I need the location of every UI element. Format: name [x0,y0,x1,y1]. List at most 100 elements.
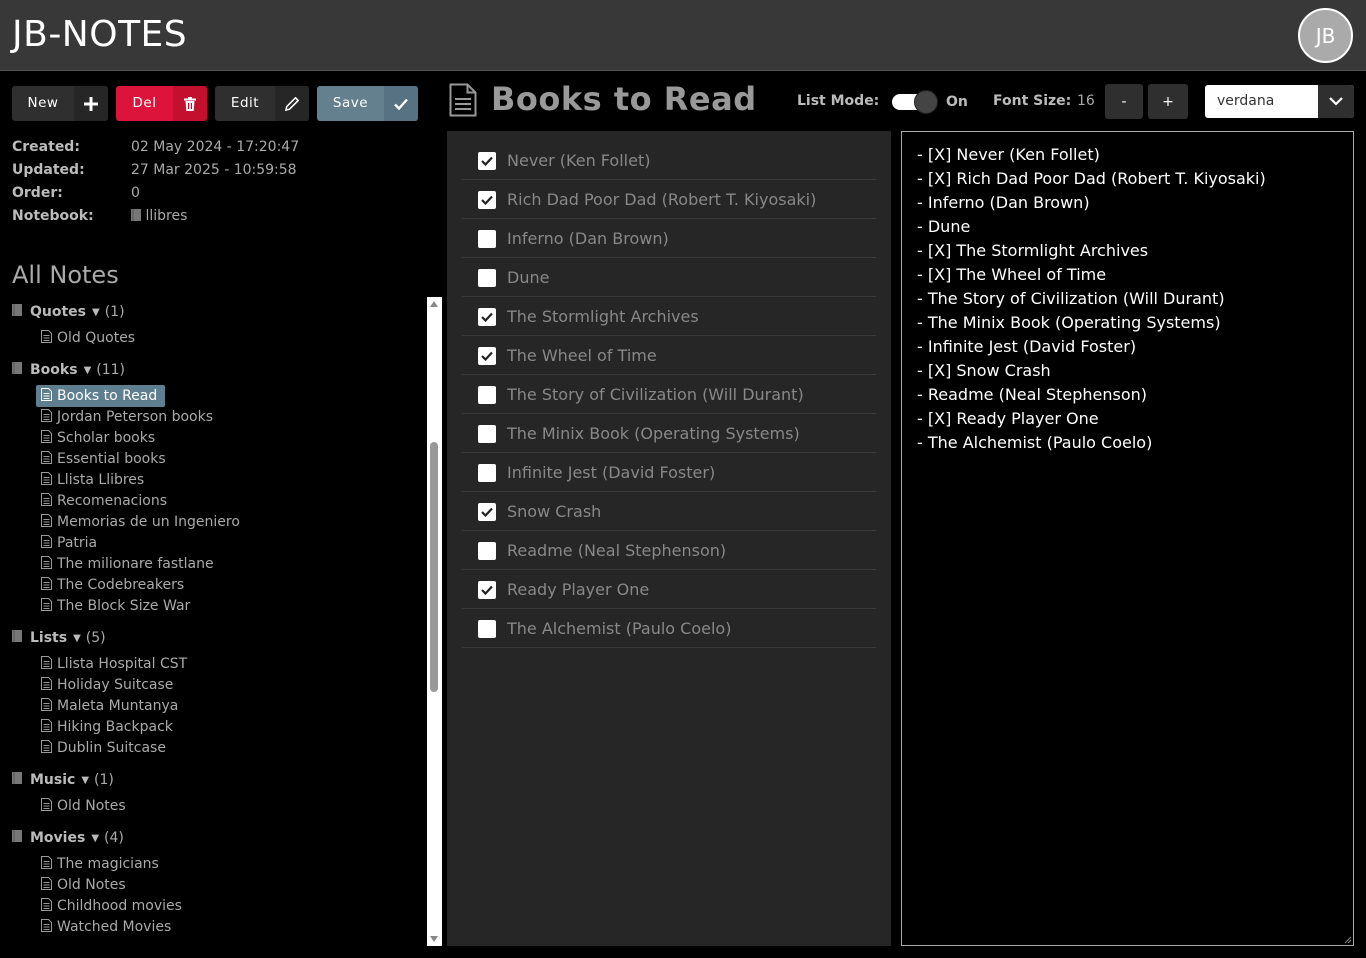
note-item[interactable]: Jordan Peterson books [41,407,213,427]
note-item[interactable]: Childhood movies [41,896,182,916]
note-item[interactable]: Old Quotes [41,328,135,348]
note-item[interactable]: Memorias de un Ingeniero [41,512,240,532]
delete-button-label: Del [132,95,157,111]
note-item[interactable]: Llista Llibres [41,470,144,490]
note-text-area[interactable]: - [X] Never (Ken Follet) - [X] Rich Dad P… [901,131,1354,946]
font-family-select[interactable]: verdana [1205,85,1354,118]
note-item[interactable]: Old Notes [41,796,126,816]
document-icon [41,797,52,815]
checkbox[interactable] [478,581,496,599]
checkbox[interactable] [478,230,496,248]
checklist-item: The Alchemist (Paulo Coelo) [462,609,876,648]
caret-down-icon[interactable]: ▼ [81,775,89,786]
edit-button[interactable]: Edit [215,86,309,121]
check-icon [481,351,493,361]
note-name: Old Notes [57,798,126,814]
text-line: - Inferno (Dan Brown) [917,193,1090,212]
save-button[interactable]: Save [317,86,418,121]
note-item[interactable]: The Block Size War [41,596,190,616]
document-icon [41,534,52,552]
note-item[interactable]: Old Notes [41,875,126,895]
checkbox[interactable] [478,269,496,287]
font-size-label: Font Size: [993,93,1072,109]
note-item[interactable]: Watched Movies [41,917,171,937]
document-icon [41,718,52,736]
note-name: Llista Hospital CST [57,656,188,672]
caret-down-icon[interactable]: ▼ [84,365,92,376]
font-size-increase-button[interactable]: + [1148,84,1188,119]
note-item[interactable]: Essential books [41,449,166,469]
note-name: The magicians [57,856,159,872]
resize-handle-icon[interactable] [1344,936,1352,944]
text-line: - The Story of Civilization (Will Durant… [917,289,1225,308]
checklist-item-text: Rich Dad Poor Dad (Robert T. Kiyosaki) [507,190,817,209]
notebook-label: Notebook: [12,208,94,224]
book-icon [12,362,22,378]
checkbox[interactable] [478,464,496,482]
notebook-item[interactable]: Movies ▼ (4) [12,828,124,848]
tree-scrollbar[interactable] [427,297,442,946]
note-item[interactable]: The Codebreakers [41,575,184,595]
note-item[interactable]: Llista Hospital CST [41,654,187,674]
checkbox[interactable] [478,152,496,170]
notebook-name: Lists [30,630,68,646]
chevron-down-icon[interactable] [1318,85,1354,118]
checkbox[interactable] [478,308,496,326]
checkbox[interactable] [478,503,496,521]
checklist-item: Never (Ken Follet) [462,141,876,180]
note-item-selected[interactable]: Books to Read [36,385,166,407]
note-item[interactable]: Recomenacions [41,491,167,511]
document-icon [41,655,52,673]
note-item[interactable]: Dublin Suitcase [41,738,166,758]
note-item[interactable]: Scholar books [41,428,155,448]
notebook-item[interactable]: Quotes ▼ (1) [12,302,125,322]
document-icon [41,597,52,615]
checkbox[interactable] [478,347,496,365]
list-mode-toggle[interactable] [892,90,938,114]
notebook-item[interactable]: Music ▼ (1) [12,770,114,790]
note-name: Jordan Peterson books [57,409,214,425]
checklist-item-text: Snow Crash [507,502,602,521]
check-icon [481,585,493,595]
delete-button[interactable]: Del [116,86,207,121]
scroll-thumb[interactable] [430,442,438,692]
checkbox[interactable] [478,386,496,404]
created-value: 02 May 2024 - 17:20:47 [131,139,300,155]
order-value: 0 [131,185,140,201]
note-item[interactable]: Maleta Muntanya [41,696,178,716]
document-icon [41,876,52,894]
notebook-item[interactable]: Lists ▼ (5) [12,628,106,648]
checklist-item: Infinite Jest (David Foster) [462,453,876,492]
caret-down-icon[interactable]: ▼ [91,833,99,844]
checkbox[interactable] [478,542,496,560]
note-item[interactable]: The magicians [41,854,159,874]
created-label: Created: [12,139,80,155]
caret-down-icon[interactable]: ▼ [92,307,100,318]
note-item[interactable]: Holiday Suitcase [41,675,173,695]
checkbox[interactable] [478,191,496,209]
checkbox[interactable] [478,425,496,443]
notebook-name: Music [30,772,76,788]
note-name: Books to Read [57,388,158,404]
note-item[interactable]: Hiking Backpack [41,717,173,737]
new-button[interactable]: New [12,86,108,121]
updated-label: Updated: [12,162,85,178]
checklist-item-text: Readme (Neal Stephenson) [507,541,727,560]
scroll-up-arrow[interactable] [430,301,438,307]
note-name: The Block Size War [57,598,191,614]
checkbox[interactable] [478,620,496,638]
font-size-decrease-button[interactable]: - [1105,84,1143,119]
scroll-down-arrow[interactable] [430,936,438,942]
caret-down-icon[interactable]: ▼ [73,633,81,644]
notebook-item[interactable]: Books ▼ (11) [12,360,125,380]
text-line: - The Minix Book (Operating Systems) [917,313,1221,332]
note-name: Patria [57,535,98,551]
check-icon [481,507,493,517]
book-icon [131,209,141,221]
note-item[interactable]: The milionare fastlane [41,554,214,574]
book-icon [12,630,22,646]
note-item[interactable]: Patria [41,533,97,553]
check-icon [481,156,493,166]
avatar[interactable]: JB [1298,8,1353,63]
document-icon [41,855,52,873]
